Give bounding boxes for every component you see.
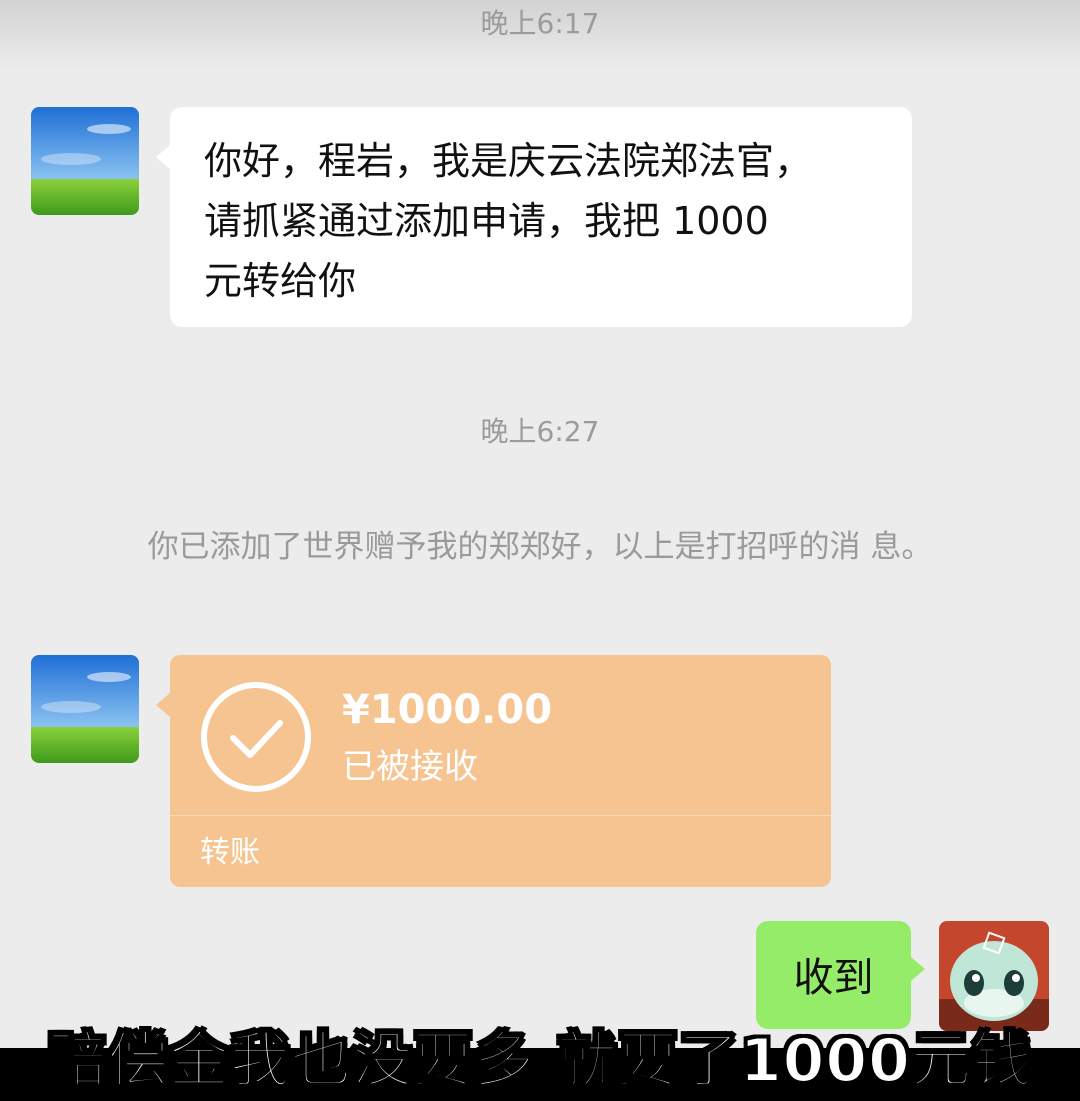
transfer-amount: ¥1000.00 xyxy=(342,687,553,733)
timestamp: 晚上6:17 xyxy=(480,7,600,40)
timestamp: 晚上6:27 xyxy=(480,415,600,448)
transfer-card[interactable]: ¥1000.00 已被接收 转账 xyxy=(156,655,831,887)
checkmark-circle-icon xyxy=(201,682,311,792)
transfer-label: 转账 xyxy=(200,835,260,870)
divider xyxy=(170,815,831,816)
landscape-avatar xyxy=(31,107,139,215)
transfer-status: 已被接收 xyxy=(342,747,478,787)
contact-avatar[interactable] xyxy=(31,655,139,763)
contact-avatar[interactable] xyxy=(31,107,139,215)
reply-text: 收到 xyxy=(793,955,874,1001)
message-bubble[interactable]: 你好，程岩，我是庆云法院郑法官， 请抓紧通过添加申请，我把 1000 元转给你 xyxy=(156,107,912,327)
message-text: 你好，程岩，我是庆云法院郑法官， 请抓紧通过添加申请，我把 1000 元转给你 xyxy=(204,139,813,303)
system-notice: 你已添加了世界赠予我的郑郑好，以上是打招呼的消 息。 xyxy=(147,529,933,565)
video-caption: 赔偿金我也没要多 就要了1000元钱 xyxy=(46,1025,1033,1097)
landscape-avatar xyxy=(31,655,139,763)
